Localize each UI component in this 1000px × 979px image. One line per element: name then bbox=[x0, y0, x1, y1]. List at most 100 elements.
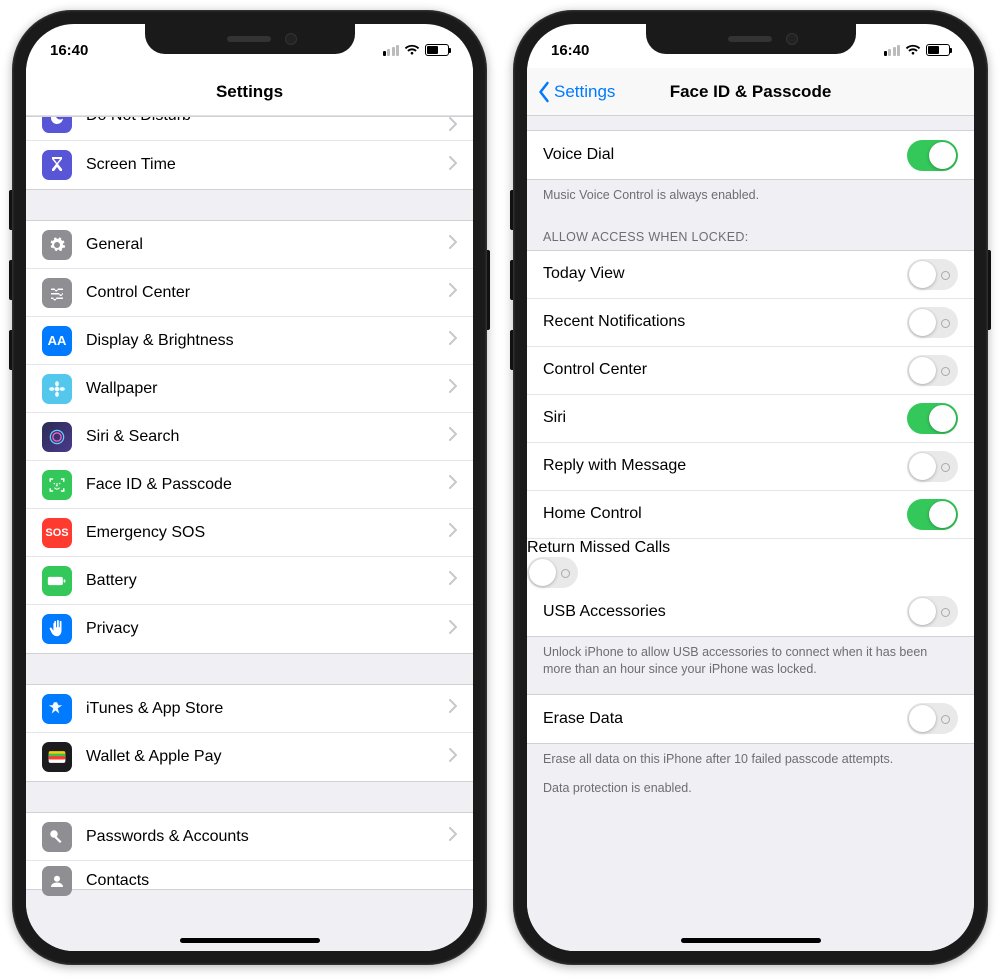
toggle-home-control[interactable] bbox=[907, 499, 958, 530]
iphone-device-right: 16:40 Settings Face ID & Passcode Voice … bbox=[513, 10, 988, 965]
row-control-center[interactable]: Control Center bbox=[26, 269, 473, 317]
erase-footer-2: Data protection is enabled. bbox=[527, 778, 974, 807]
row-label: Control Center bbox=[543, 361, 907, 379]
row-display-brightness[interactable]: AA Display & Brightness bbox=[26, 317, 473, 365]
home-indicator[interactable] bbox=[681, 938, 821, 943]
erase-footer-1: Erase all data on this iPhone after 10 f… bbox=[527, 744, 974, 778]
row-emergency-sos[interactable]: SOS Emergency SOS bbox=[26, 509, 473, 557]
nav-bar-faceid: Settings Face ID & Passcode bbox=[527, 68, 974, 116]
row-label: iTunes & App Store bbox=[86, 700, 449, 718]
row-do-not-disturb[interactable]: Do Not Disturb bbox=[26, 117, 473, 141]
row-control-center: Control Center bbox=[527, 347, 974, 395]
row-label: Display & Brightness bbox=[86, 332, 449, 350]
chevron-right-icon bbox=[449, 379, 457, 398]
face-id-icon bbox=[42, 470, 72, 500]
row-return-missed-calls: Return Missed Calls bbox=[527, 539, 974, 588]
row-label: Contacts bbox=[86, 872, 457, 890]
siri-icon bbox=[42, 422, 72, 452]
iphone-device-left: 16:40 Settings Do Not Disturb bbox=[12, 10, 487, 965]
row-passwords-accounts[interactable]: Passwords & Accounts bbox=[26, 813, 473, 861]
row-today-view: Today View bbox=[527, 251, 974, 299]
row-general[interactable]: General bbox=[26, 221, 473, 269]
row-privacy[interactable]: Privacy bbox=[26, 605, 473, 653]
settings-list[interactable]: Do Not Disturb Screen Time Gen bbox=[26, 116, 473, 951]
row-label: Privacy bbox=[86, 620, 449, 638]
hand-icon bbox=[42, 614, 72, 644]
flower-icon bbox=[42, 374, 72, 404]
nav-bar-settings: Settings bbox=[26, 68, 473, 116]
status-time: 16:40 bbox=[50, 42, 88, 59]
toggle-voice-dial[interactable] bbox=[907, 140, 958, 171]
home-indicator[interactable] bbox=[180, 938, 320, 943]
row-usb-accessories: USB Accessories bbox=[527, 588, 974, 636]
row-home-control: Home Control bbox=[527, 491, 974, 539]
row-label: Do Not Disturb bbox=[86, 117, 449, 125]
chevron-right-icon bbox=[449, 117, 457, 136]
status-right bbox=[884, 44, 951, 56]
status-time: 16:40 bbox=[551, 42, 589, 59]
row-wallet-apple-pay[interactable]: Wallet & Apple Pay bbox=[26, 733, 473, 781]
chevron-right-icon bbox=[449, 523, 457, 542]
row-face-id-passcode[interactable]: Face ID & Passcode bbox=[26, 461, 473, 509]
row-wallpaper[interactable]: Wallpaper bbox=[26, 365, 473, 413]
sliders-icon bbox=[42, 278, 72, 308]
notch bbox=[646, 24, 856, 54]
gear-icon bbox=[42, 230, 72, 260]
battery-icon bbox=[926, 44, 950, 56]
chevron-right-icon bbox=[449, 427, 457, 446]
row-label: Recent Notifications bbox=[543, 313, 907, 331]
chevron-right-icon bbox=[449, 699, 457, 718]
row-screen-time[interactable]: Screen Time bbox=[26, 141, 473, 189]
row-label: General bbox=[86, 236, 449, 254]
row-label: Passwords & Accounts bbox=[86, 828, 449, 846]
voice-dial-footer: Music Voice Control is always enabled. bbox=[527, 180, 974, 214]
toggle-control-center[interactable] bbox=[907, 355, 958, 386]
cellular-icon bbox=[383, 45, 400, 56]
row-label: Wallpaper bbox=[86, 380, 449, 398]
row-label: Reply with Message bbox=[543, 457, 907, 475]
row-label: Siri bbox=[543, 409, 907, 427]
toggle-return-missed-calls[interactable] bbox=[527, 557, 578, 588]
toggle-usb-accessories[interactable] bbox=[907, 596, 958, 627]
notch bbox=[145, 24, 355, 54]
row-label: Today View bbox=[543, 265, 907, 283]
app-store-icon bbox=[42, 694, 72, 724]
chevron-right-icon bbox=[449, 283, 457, 302]
toggle-erase-data[interactable] bbox=[907, 703, 958, 734]
toggle-siri[interactable] bbox=[907, 403, 958, 434]
row-label: Erase Data bbox=[543, 710, 907, 728]
row-contacts[interactable]: Contacts bbox=[26, 861, 473, 889]
row-label: Return Missed Calls bbox=[527, 539, 670, 556]
chevron-right-icon bbox=[449, 571, 457, 590]
row-siri-search[interactable]: Siri & Search bbox=[26, 413, 473, 461]
status-right bbox=[383, 44, 450, 56]
row-erase-data: Erase Data bbox=[527, 695, 974, 743]
toggle-today-view[interactable] bbox=[907, 259, 958, 290]
toggle-reply-with-message[interactable] bbox=[907, 451, 958, 482]
row-recent-notifications: Recent Notifications bbox=[527, 299, 974, 347]
battery-fill-icon bbox=[42, 566, 72, 596]
allow-access-header: ALLOW ACCESS WHEN LOCKED: bbox=[527, 214, 974, 250]
key-icon bbox=[42, 822, 72, 852]
faceid-settings-list[interactable]: Voice Dial Music Voice Control is always… bbox=[527, 116, 974, 951]
page-title: Settings bbox=[216, 82, 283, 102]
row-label: Control Center bbox=[86, 284, 449, 302]
back-label: Settings bbox=[554, 82, 615, 102]
row-itunes-app-store[interactable]: iTunes & App Store bbox=[26, 685, 473, 733]
row-battery[interactable]: Battery bbox=[26, 557, 473, 605]
row-label: Voice Dial bbox=[543, 146, 907, 164]
row-label: Screen Time bbox=[86, 156, 449, 174]
sos-icon: SOS bbox=[42, 518, 72, 548]
wallet-icon bbox=[42, 742, 72, 772]
text-size-icon: AA bbox=[42, 326, 72, 356]
chevron-right-icon bbox=[449, 620, 457, 639]
page-title: Face ID & Passcode bbox=[670, 82, 832, 102]
chevron-right-icon bbox=[449, 475, 457, 494]
back-button[interactable]: Settings bbox=[537, 68, 615, 115]
chevron-right-icon bbox=[449, 827, 457, 846]
row-label: Home Control bbox=[543, 505, 907, 523]
chevron-right-icon bbox=[449, 748, 457, 767]
toggle-recent-notifications[interactable] bbox=[907, 307, 958, 338]
cellular-icon bbox=[884, 45, 901, 56]
chevron-right-icon bbox=[449, 156, 457, 175]
